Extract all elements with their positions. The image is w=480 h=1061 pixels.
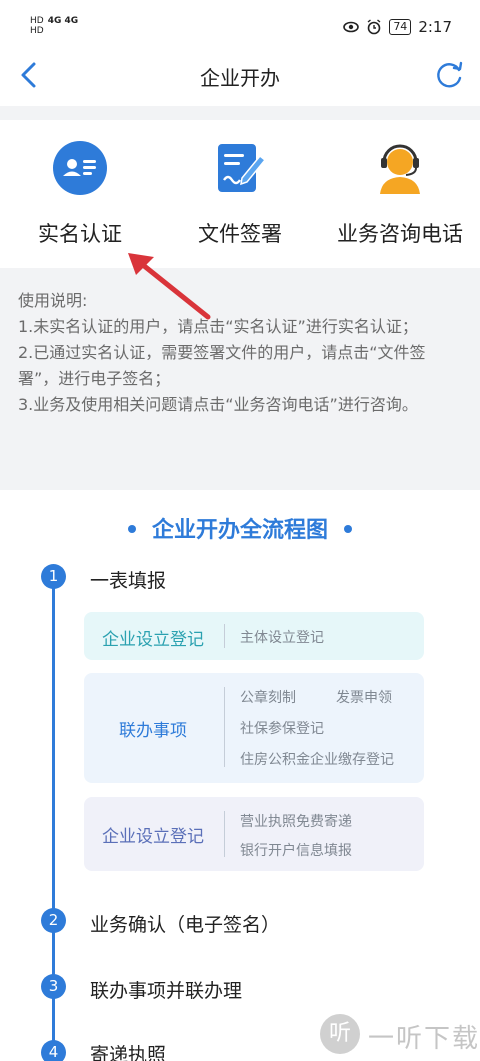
- quick-action-label: 文件签署: [198, 222, 282, 246]
- flow-box-item: 公章刻制: [240, 690, 296, 706]
- divider: [224, 687, 225, 767]
- clock: 2:17: [418, 18, 452, 36]
- watermark-logo-icon: 听: [320, 1014, 360, 1054]
- step-label: 联办事项并联办理: [90, 980, 243, 1002]
- id-card-icon: [53, 141, 107, 195]
- quick-action-label: 业务咨询电话: [337, 222, 463, 246]
- quick-action-label: 实名认证: [38, 222, 122, 246]
- refresh-icon[interactable]: [432, 58, 466, 92]
- flow-box-label: 企业设立登记: [102, 630, 204, 650]
- step-number: 3: [41, 974, 66, 999]
- flow-box-license: 企业设立登记 营业执照免费寄递 银行开户信息填报: [84, 797, 424, 871]
- signal-strength: 4G 4G: [47, 16, 79, 26]
- step-number: 4: [41, 1040, 66, 1061]
- flow-box-item: 社保参保登记: [240, 721, 324, 737]
- title-dot: [127, 525, 136, 533]
- flow-box-label: 企业设立登记: [102, 827, 204, 847]
- flow-box-item: 主体设立登记: [240, 630, 324, 646]
- quick-action-sign[interactable]: 文件签署: [160, 140, 320, 248]
- usage-instructions: 使用说明: 1.未实名认证的用户，请点击“实名认证”进行实名认证； 2.已通过实…: [18, 288, 464, 418]
- watermark-text: 一听下载: [368, 1024, 480, 1054]
- document-sign-icon: [218, 144, 267, 192]
- flow-box-label: 联办事项: [119, 721, 187, 741]
- sim1-badge: HD: [30, 16, 44, 26]
- step-label: 一表填报: [90, 570, 167, 592]
- flow-box-joint: 联办事项 公章刻制 发票申领 社保参保登记 住房公积金企业缴存登记: [84, 673, 424, 783]
- page-title: 企业开办: [200, 66, 280, 90]
- step-number: 1: [41, 564, 66, 589]
- step-label: 业务确认（电子签名）: [90, 914, 281, 936]
- battery-indicator: 74: [389, 19, 412, 35]
- flow-title: 企业开办全流程图: [0, 512, 480, 544]
- flow-box-item: 住房公积金企业缴存登记: [240, 752, 394, 768]
- step-label: 寄递执照: [90, 1044, 167, 1061]
- step-number: 2: [41, 908, 66, 933]
- status-right: 74 2:17: [343, 18, 452, 36]
- instruction-line: 1.未实名认证的用户，请点击“实名认证”进行实名认证；: [18, 317, 418, 336]
- title-dot: [344, 525, 352, 533]
- customer-service-icon: [380, 144, 420, 194]
- flow-box-item: 银行开户信息填报: [240, 843, 352, 859]
- quick-action-realname[interactable]: 实名认证: [0, 140, 160, 248]
- watermark: 听 一听下载: [320, 1008, 480, 1061]
- status-left: HD 4G 4G HD: [30, 16, 78, 36]
- quick-action-consult[interactable]: 业务咨询电话: [320, 140, 480, 248]
- instruction-line: 3.业务及使用相关问题请点击“业务咨询电话”进行咨询。: [18, 395, 418, 414]
- flow-box-item: 发票申领: [336, 690, 392, 706]
- nav-bar: 企业开办: [0, 44, 480, 106]
- alarm-icon: [367, 19, 381, 35]
- flow-box-registration: 企业设立登记 主体设立登记: [84, 612, 424, 660]
- flow-box-item: 营业执照免费寄递: [240, 814, 352, 830]
- eye-icon: [343, 21, 360, 33]
- instructions-heading: 使用说明:: [18, 291, 88, 310]
- sim2-badge: HD: [30, 26, 44, 36]
- divider: [224, 624, 225, 648]
- flow-card: 企业开办全流程图 1 一表填报 企业设立登记 主体设立登记 联办事项 公章刻制 …: [0, 490, 480, 1061]
- instruction-line: 2.已通过实名认证，需要签署文件的用户，请点击“文件签署”，进行电子签名；: [18, 343, 426, 388]
- divider: [224, 811, 225, 857]
- flow-title-text: 企业开办全流程图: [151, 518, 328, 543]
- quick-actions: 实名认证 文件签署 业务咨询电话: [0, 120, 480, 268]
